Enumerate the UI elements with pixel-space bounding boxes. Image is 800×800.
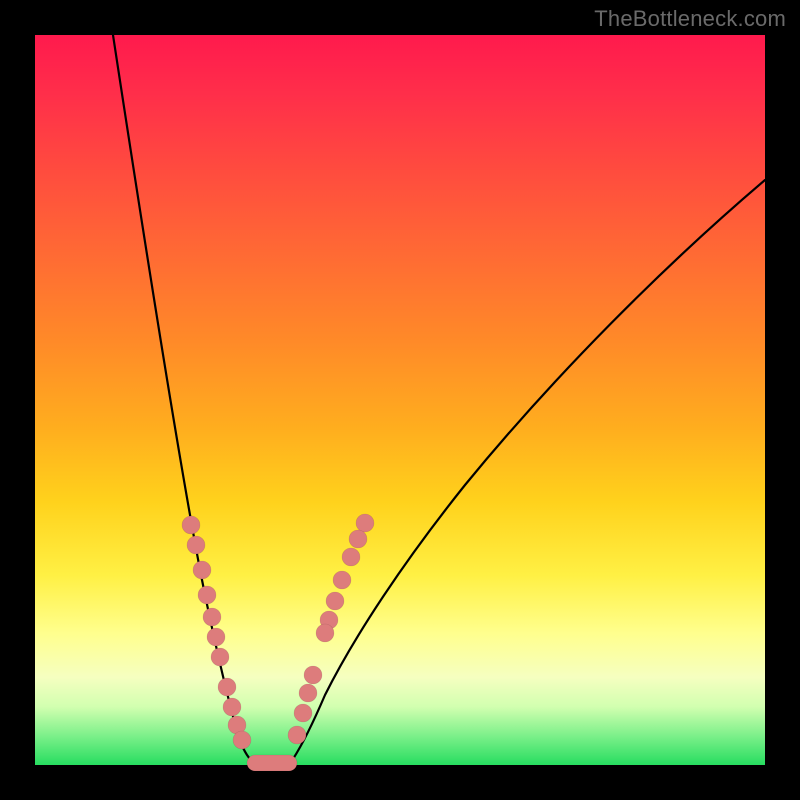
data-dot <box>218 678 236 696</box>
left-dots <box>182 516 251 749</box>
data-dot <box>326 592 344 610</box>
data-dot <box>193 561 211 579</box>
data-dot <box>288 726 306 744</box>
chart-frame: TheBottleneck.com <box>0 0 800 800</box>
trough-pill <box>247 755 297 771</box>
data-dot <box>299 684 317 702</box>
data-dot <box>233 731 251 749</box>
plot-area <box>35 35 765 765</box>
data-dot <box>333 571 351 589</box>
data-dot <box>203 608 221 626</box>
right-curve <box>293 180 765 759</box>
data-dot <box>316 624 334 642</box>
curve-layer <box>35 35 765 765</box>
data-dot <box>187 536 205 554</box>
data-dot <box>294 704 312 722</box>
data-dot <box>198 586 216 604</box>
data-dot <box>342 548 360 566</box>
data-dot <box>207 628 225 646</box>
watermark-text: TheBottleneck.com <box>594 6 786 32</box>
data-dot <box>223 698 241 716</box>
left-curve <box>113 35 253 762</box>
data-dot <box>356 514 374 532</box>
data-dot <box>182 516 200 534</box>
data-dot <box>349 530 367 548</box>
data-dot <box>211 648 229 666</box>
data-dot <box>304 666 322 684</box>
